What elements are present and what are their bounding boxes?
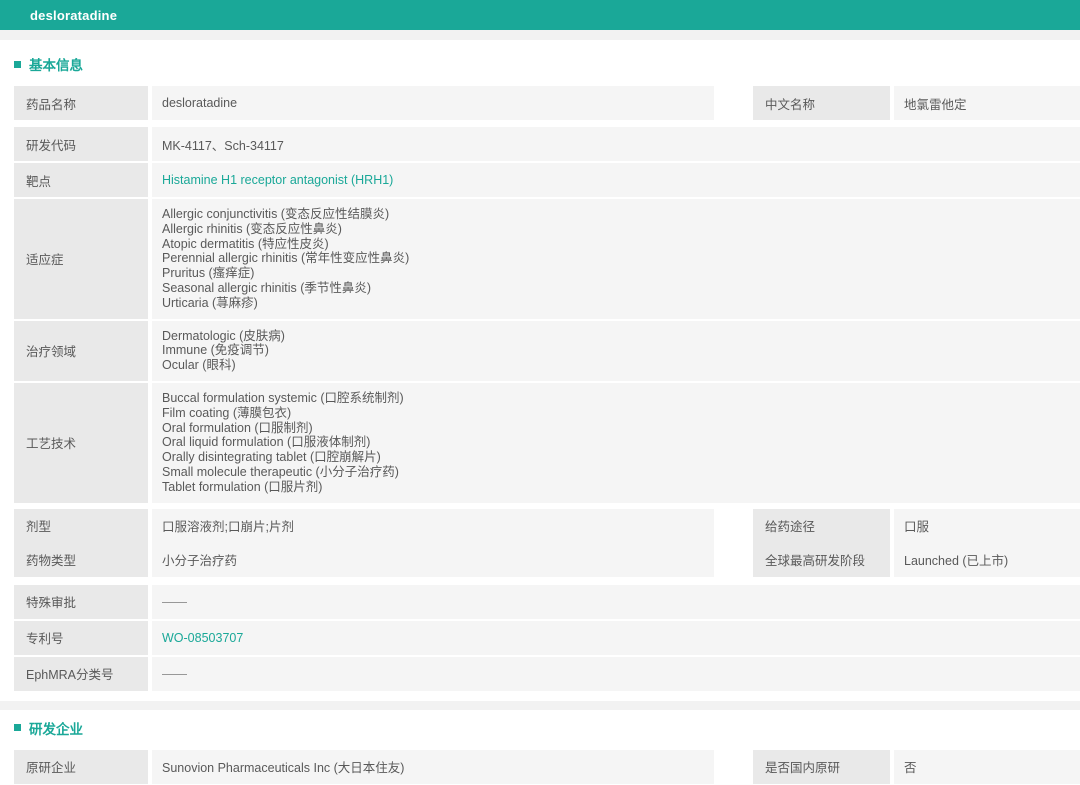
field-value-rd-code: MK-4117、Sch-34117 <box>152 127 1080 161</box>
section-bullet-icon <box>14 60 21 68</box>
row-ephmra-code: EphMRA分类号 —— <box>14 656 1080 691</box>
row-patent-no: 专利号 WO-08503707 <box>14 620 1080 655</box>
row-drug-type: 药物类型 小分子治疗药 全球最高研发阶段 Launched (已上市) <box>14 542 1080 577</box>
field-label-indications: 适应症 <box>14 199 148 319</box>
row-dosage-form: 剂型 口服溶液剂;口崩片;片剂 给药途径 口服 <box>14 508 1080 543</box>
field-label-chinese-name: 中文名称 <box>753 86 890 120</box>
row-target: 靶点 Histamine H1 receptor antagonist (HRH… <box>14 163 1080 197</box>
row-indications: 适应症 Allergic conjunctivitis (变态反应性结膜炎) A… <box>14 199 1080 319</box>
field-label-route: 给药途径 <box>753 508 890 543</box>
rd-companies-table: 原研企业 Sunovion Pharmaceuticals Inc (大日本住友… <box>0 749 1080 784</box>
group-names: 药品名称 desloratadine 中文名称 地氯雷他定 <box>14 86 1080 120</box>
row-drug-name: 药品名称 desloratadine 中文名称 地氯雷他定 <box>14 86 1080 120</box>
target-link[interactable]: Histamine H1 receptor antagonist (HRH1) <box>162 173 393 187</box>
row-originator: 原研企业 Sunovion Pharmaceuticals Inc (大日本住友… <box>14 749 1080 784</box>
section-title-text: 研发企业 <box>29 721 83 737</box>
field-label-global-highest-phase: 全球最高研发阶段 <box>753 542 890 577</box>
field-value-originator: Sunovion Pharmaceuticals Inc (大日本住友) <box>152 749 714 784</box>
field-value-drug-type: 小分子治疗药 <box>152 542 714 577</box>
field-label-drug-type: 药物类型 <box>14 542 148 577</box>
row-technologies: 工艺技术 Buccal formulation systemic (口腔系统制剂… <box>14 382 1080 503</box>
field-value-drug-name: desloratadine <box>152 86 714 120</box>
group-development: 研发代码 MK-4117、Sch-34117 靶点 Histamine H1 r… <box>14 127 1080 503</box>
field-label-patent-no: 专利号 <box>14 620 148 655</box>
field-label-drug-name: 药品名称 <box>14 86 148 120</box>
field-value-therapeutic-areas: Dermatologic (皮肤病) Immune (免疫调节) Ocular … <box>152 320 1080 381</box>
field-label-target: 靶点 <box>14 163 148 197</box>
field-label-originator: 原研企业 <box>14 749 148 784</box>
column-spacer <box>714 542 753 577</box>
column-spacer <box>714 86 753 120</box>
field-label-special-approval: 特殊审批 <box>14 584 148 619</box>
field-value-target: Histamine H1 receptor antagonist (HRH1) <box>152 163 1080 197</box>
header-sub-band <box>0 30 1080 40</box>
drug-title-bar: desloratadine <box>0 0 1080 30</box>
field-value-indications: Allergic conjunctivitis (变态反应性结膜炎) Aller… <box>152 199 1080 319</box>
field-label-rd-code: 研发代码 <box>14 127 148 161</box>
field-label-dosage-form: 剂型 <box>14 508 148 543</box>
row-rd-code: 研发代码 MK-4117、Sch-34117 <box>14 127 1080 161</box>
group-originator: 原研企业 Sunovion Pharmaceuticals Inc (大日本住友… <box>14 749 1080 784</box>
field-label-technologies: 工艺技术 <box>14 382 148 503</box>
field-label-therapeutic-areas: 治疗领域 <box>14 320 148 381</box>
field-value-technologies: Buccal formulation systemic (口腔系统制剂) Fil… <box>152 382 1080 503</box>
empty-value-dash: —— <box>162 594 187 609</box>
basic-info-table: 药品名称 desloratadine 中文名称 地氯雷他定 研发代码 MK-41… <box>0 86 1080 691</box>
field-value-chinese-name: 地氯雷他定 <box>894 86 1080 120</box>
field-value-ephmra-code: —— <box>152 656 1080 691</box>
section-title-basic-info: 基本信息 <box>14 56 1080 73</box>
field-value-global-highest-phase: Launched (已上市) <box>894 542 1080 577</box>
group-form-route: 剂型 口服溶液剂;口崩片;片剂 给药途径 口服 药物类型 小分子治疗药 全球最高… <box>14 508 1080 577</box>
drug-title: desloratadine <box>30 7 118 23</box>
field-label-domestic-originator: 是否国内原研 <box>753 749 890 784</box>
row-therapeutic-areas: 治疗领域 Dermatologic (皮肤病) Immune (免疫调节) Oc… <box>14 320 1080 381</box>
row-special-approval: 特殊审批 —— <box>14 584 1080 619</box>
field-value-domestic-originator: 否 <box>894 749 1080 784</box>
group-regulatory: 特殊审批 —— 专利号 WO-08503707 EphMRA分类号 —— <box>14 584 1080 691</box>
section-title-rd-companies: 研发企业 <box>14 720 1080 737</box>
column-spacer <box>714 508 753 543</box>
field-label-ephmra-code: EphMRA分类号 <box>14 656 148 691</box>
field-value-dosage-form: 口服溶液剂;口崩片;片剂 <box>152 508 714 543</box>
section-divider <box>0 700 1080 710</box>
section-bullet-icon <box>14 724 21 732</box>
field-value-special-approval: —— <box>152 584 1080 619</box>
field-value-patent-no: WO-08503707 <box>152 620 1080 655</box>
field-value-route: 口服 <box>894 508 1080 543</box>
section-title-text: 基本信息 <box>29 58 83 73</box>
empty-value-dash: —— <box>162 666 187 681</box>
patent-link[interactable]: WO-08503707 <box>162 631 243 645</box>
column-spacer <box>714 749 753 784</box>
